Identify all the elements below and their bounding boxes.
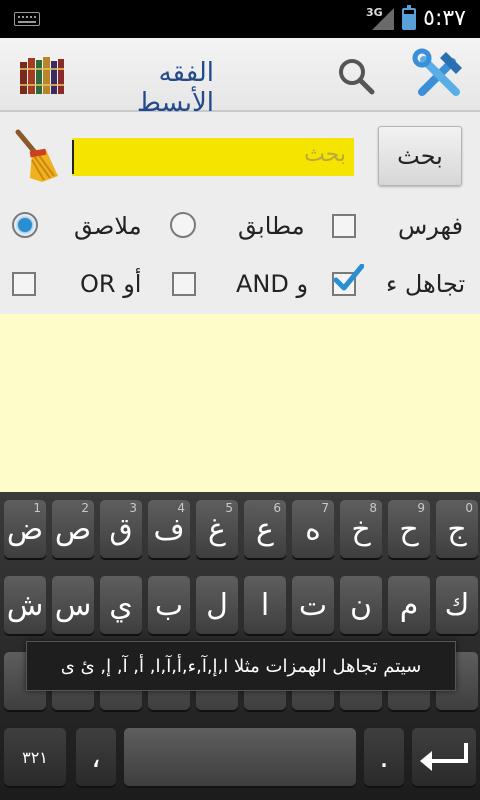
or-checkbox[interactable] <box>12 272 36 296</box>
exact-radio[interactable] <box>170 212 196 238</box>
and-checkbox[interactable] <box>172 272 196 296</box>
signal-icon <box>372 8 394 30</box>
period-key[interactable]: . <box>364 728 404 786</box>
key[interactable]: ح9 <box>388 500 430 558</box>
key[interactable]: ض1 <box>4 500 46 558</box>
battery-charging-icon <box>402 5 416 30</box>
ignore-hamza-checkbox[interactable] <box>332 264 364 296</box>
toast-message: سيتم تجاهل الهمزات مثلا ا,إ,آ,ء,أ,آ,ا, أ… <box>26 641 456 691</box>
key[interactable]: ا <box>244 576 286 634</box>
books-icon[interactable] <box>18 54 66 96</box>
key[interactable]: ع6 <box>244 500 286 558</box>
index-label: فهرس <box>398 212 464 240</box>
keyboard-indicator-icon <box>14 12 40 26</box>
results-area <box>0 314 480 492</box>
key[interactable]: خ8 <box>340 500 382 558</box>
ignore-hamza-label: تجاهل ء <box>386 270 466 298</box>
numbers-key[interactable]: ٣٢١ <box>4 728 66 786</box>
index-checkbox[interactable] <box>332 214 356 238</box>
search-button[interactable]: بحث <box>378 126 462 186</box>
or-label: أو OR <box>80 270 142 298</box>
key[interactable]: ت <box>292 576 334 634</box>
key[interactable]: ص2 <box>52 500 94 558</box>
enter-arrow-icon <box>420 743 468 771</box>
and-label: و AND <box>236 270 309 298</box>
key[interactable]: ه7 <box>292 500 334 558</box>
space-key[interactable] <box>124 728 356 786</box>
search-input[interactable]: بحث <box>72 138 354 176</box>
key[interactable]: ي <box>100 576 142 634</box>
adjacent-label: ملاصق <box>74 212 142 240</box>
status-time: ٥:٣٧ <box>423 6 466 31</box>
search-placeholder: بحث <box>304 142 346 167</box>
enter-key[interactable] <box>412 728 476 786</box>
text-caret <box>72 140 74 174</box>
key[interactable]: ن <box>340 576 382 634</box>
tools-icon[interactable] <box>412 48 466 102</box>
status-bar: 3G ٥:٣٧ <box>0 0 480 38</box>
key[interactable]: م <box>388 576 430 634</box>
key[interactable]: ش <box>4 576 46 634</box>
exact-label: مطابق <box>238 212 305 240</box>
key[interactable]: ب <box>148 576 190 634</box>
search-icon[interactable] <box>336 56 376 96</box>
app-title: الفقه الأبسط <box>136 58 214 118</box>
adjacent-radio[interactable] <box>12 212 38 238</box>
key[interactable]: ل <box>196 576 238 634</box>
comma-key[interactable]: ، <box>76 728 116 786</box>
checkmark-icon <box>333 264 364 291</box>
key[interactable]: س <box>52 576 94 634</box>
broom-clear-icon[interactable] <box>12 128 62 184</box>
key[interactable]: ج0 <box>436 500 478 558</box>
action-bar: الفقه الأبسط <box>0 38 480 118</box>
key[interactable]: ف4 <box>148 500 190 558</box>
key[interactable]: ق3 <box>100 500 142 558</box>
key[interactable]: غ5 <box>196 500 238 558</box>
key[interactable]: ك <box>436 576 478 634</box>
